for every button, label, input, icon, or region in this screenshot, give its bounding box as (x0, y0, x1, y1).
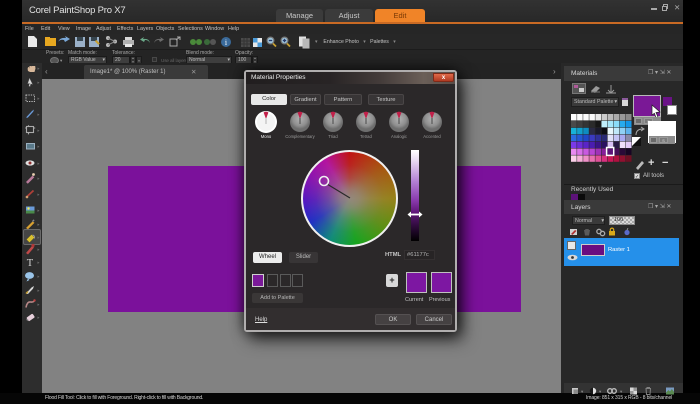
svg-text:T: T (27, 258, 34, 269)
svg-text:▾: ▾ (620, 389, 623, 394)
svg-text:▾: ▾ (599, 389, 602, 394)
svg-text:▾: ▾ (581, 389, 584, 394)
